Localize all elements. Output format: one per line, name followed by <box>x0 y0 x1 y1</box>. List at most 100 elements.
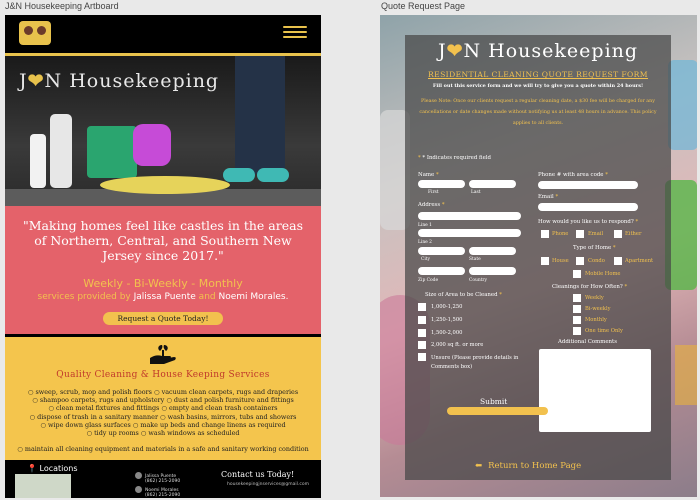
address-label: Address * <box>418 202 445 208</box>
hero-image: J❤N Housekeeping <box>5 56 321 206</box>
size-option-label: 1,500-2,000 <box>431 330 463 336</box>
locations-label: 📍 Locations <box>27 464 78 473</box>
size-option-label: Unsure (Please provide details in Commen… <box>431 355 519 370</box>
respond-label: How would you like us to respond? * <box>538 219 639 225</box>
country-input[interactable] <box>469 267 516 275</box>
map-pin-icon: 📍 <box>27 464 37 473</box>
form-intro: Fill out this service form and we will t… <box>432 83 644 89</box>
home-artboard: J❤N Housekeeping "Making homes feel like… <box>5 15 321 498</box>
bucket-image <box>87 126 137 178</box>
spray-bottle-image <box>30 134 46 188</box>
request-quote-button[interactable]: Request a Quote Today! <box>103 312 223 325</box>
often-option-label: Bi-weekly <box>585 306 611 312</box>
size-checkbox[interactable] <box>418 316 426 324</box>
often-checkbox[interactable] <box>573 316 581 324</box>
byline: services provided by Jalissa Puente and … <box>37 292 289 302</box>
last-name-input[interactable] <box>469 180 516 188</box>
return-home-link[interactable]: ⬅ Return to Home Page <box>475 461 581 471</box>
artboard-label-left: J&N Housekeeping Artboard <box>5 1 119 11</box>
phone-input[interactable] <box>538 181 638 189</box>
map-thumbnail[interactable] <box>15 474 71 498</box>
service-line: ○ maintain all cleaning equipment and ma… <box>17 445 309 454</box>
required-note: * * Indicates required field <box>418 155 491 161</box>
size-checkbox[interactable] <box>418 353 426 361</box>
hamburger-menu-icon[interactable] <box>283 26 307 40</box>
line1-sublabel: Line 1 <box>418 223 432 228</box>
service-line: ○ dispose of trash in a sanitary manner … <box>29 412 297 421</box>
email-input[interactable] <box>538 203 638 211</box>
service-line: ○ shampoo carpets, rugs and upholstery ○… <box>32 396 294 405</box>
service-line: ○ tidy up rooms ○ wash windows as schedu… <box>86 429 240 438</box>
respond-checkbox[interactable] <box>576 230 584 238</box>
size-checkbox[interactable] <box>418 341 426 349</box>
respond-option-label: Either <box>625 231 642 237</box>
hero-title: J❤N Housekeeping <box>19 70 220 92</box>
size-option-label: 2,000 sq ft. or more <box>431 342 484 348</box>
often-option-label: Monthly <box>585 317 607 323</box>
city-input[interactable] <box>418 247 465 255</box>
avatar <box>135 472 142 479</box>
name-label: Name * <box>418 172 439 178</box>
arrow-left-icon: ⬅ <box>475 461 483 471</box>
services-section: Quality Cleaning & House Keeping Service… <box>5 337 321 460</box>
service-line: ○ sweep, scrub, mop and polish floors ○ … <box>27 388 299 396</box>
size-checkbox[interactable] <box>418 329 426 337</box>
home-type-option-label: House <box>552 258 569 264</box>
size-checkbox[interactable] <box>418 303 426 311</box>
home-type-checkbox[interactable] <box>573 270 581 278</box>
often-checkbox[interactable] <box>573 327 581 335</box>
frequency-text: Weekly - Bi-Weekly - Monthly <box>83 277 243 290</box>
address-line1-input[interactable] <box>418 212 521 220</box>
logo-icon[interactable] <box>19 21 51 45</box>
contact-title: Contact us Today! <box>221 470 295 479</box>
state-sublabel: State <box>469 257 481 262</box>
footer: 📍 Locations Jalissa Puente (862) 215-2090… <box>5 462 321 498</box>
last-sublabel: Last <box>471 190 481 195</box>
home-type-label: Type of Home * <box>573 245 616 251</box>
respond-checkbox[interactable] <box>614 230 622 238</box>
respond-checkbox[interactable] <box>541 230 549 238</box>
home-type-option-label: Condo <box>588 258 605 264</box>
contact-email[interactable]: housekeepingjnservices@gmail.com <box>227 482 309 487</box>
comments-label: Additional Comments <box>558 339 617 345</box>
line2-sublabel: Line 2 <box>418 240 432 245</box>
first-sublabel: First <box>428 190 439 195</box>
comments-textarea[interactable] <box>539 349 651 432</box>
address-line2-input[interactable] <box>418 229 521 237</box>
mop-image <box>100 176 230 194</box>
services-list: ○ sweep, scrub, mop and polish floors ○ … <box>11 388 315 453</box>
cleaner-bottle-image <box>50 114 72 188</box>
often-checkbox[interactable] <box>573 305 581 313</box>
submit-button[interactable] <box>447 407 548 415</box>
cancellation-note: Please Note: Once our clients request a … <box>419 99 657 126</box>
service-line: ○ wipe down glass surfaces ○ make up bed… <box>40 420 286 429</box>
often-option-label: Weekly <box>585 295 604 301</box>
service-line: ○ clean metal fixtures and fittings ○ em… <box>48 404 278 413</box>
size-option-label: 1,250-1,500 <box>431 317 463 323</box>
home-type-checkbox[interactable] <box>541 257 549 265</box>
quote-request-page: J❤N Housekeeping RESIDENTIAL CLEANING QU… <box>380 15 697 497</box>
page-title: J❤N Housekeeping <box>437 40 639 62</box>
avatar <box>135 486 142 493</box>
contact-person: Jalissa Puente (862) 215-2090 <box>135 472 180 484</box>
first-name-input[interactable] <box>418 180 465 188</box>
zip-input[interactable] <box>418 267 465 275</box>
hand-plant-icon <box>150 345 176 364</box>
person-legs-image <box>235 56 285 174</box>
form-subtitle: RESIDENTIAL CLEANING QUOTE REQUEST FORM <box>428 70 648 79</box>
city-sublabel: City <box>421 257 431 262</box>
tagline-section: "Making homes feel like castles in the a… <box>5 206 321 334</box>
gloves-image <box>133 124 171 166</box>
quote-form-panel: J❤N Housekeeping RESIDENTIAL CLEANING QU… <box>405 35 671 480</box>
size-option-label: 1,000-1,250 <box>431 304 463 310</box>
often-option-label: One time Only <box>585 328 623 334</box>
home-type-checkbox[interactable] <box>614 257 622 265</box>
state-input[interactable] <box>469 247 516 255</box>
phone-label: Phone # with area code * <box>538 172 608 178</box>
home-type-checkbox[interactable] <box>576 257 584 265</box>
respond-option-label: Phone <box>552 231 569 237</box>
often-checkbox[interactable] <box>573 294 581 302</box>
size-label: Size of Area to be Cleaned * <box>425 292 502 298</box>
zip-sublabel: Zip Code <box>418 278 439 283</box>
contact-person: Noemi Morales (862) 215-2090 <box>135 486 180 498</box>
